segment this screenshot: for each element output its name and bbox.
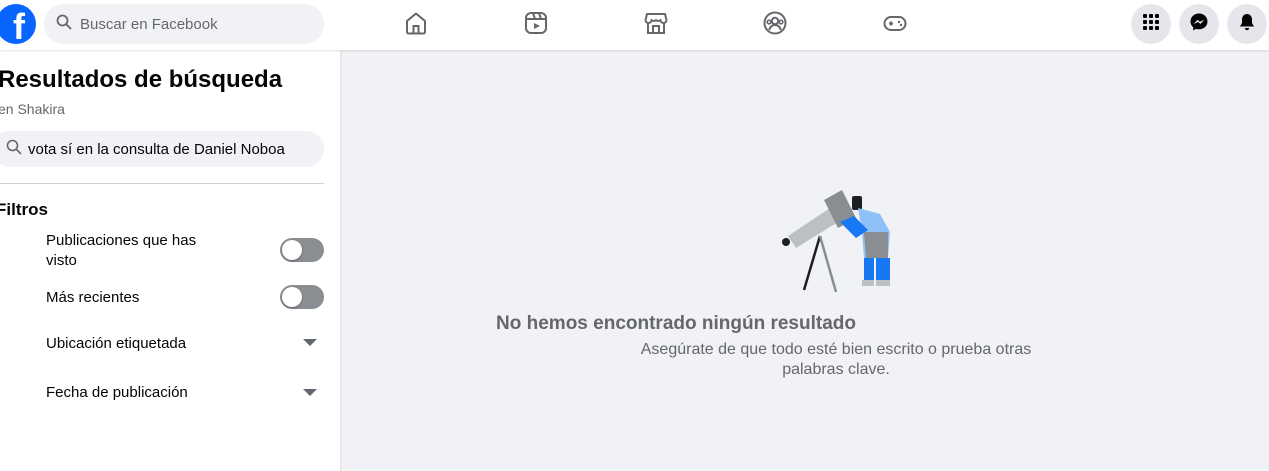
menu-grid-button[interactable] — [1131, 4, 1171, 44]
filter-tagged-location-label[interactable]: Ubicación etiquetada — [46, 334, 186, 354]
filters-heading: Filtros — [0, 200, 48, 219]
groups-icon[interactable] — [762, 10, 788, 36]
messenger-icon — [1189, 12, 1209, 37]
telescope-illustration — [776, 186, 894, 297]
search-icon — [56, 14, 72, 35]
filter-most-recent-label: Más recientes — [46, 289, 140, 306]
chevron-down-icon[interactable] — [303, 389, 317, 396]
menu-grid-icon — [1141, 12, 1161, 37]
empty-state-description: Asegúrate de que todo esté bien escrito … — [640, 341, 1032, 378]
chevron-down-icon[interactable] — [303, 339, 317, 346]
filter-seen-posts-label: Publicaciones que has visto — [46, 232, 197, 269]
home-icon[interactable] — [403, 10, 429, 36]
search-query-field[interactable]: vota sí en la consulta de Daniel Noboa — [0, 131, 324, 167]
filter-most-recent-toggle[interactable] — [280, 285, 324, 309]
messenger-button[interactable] — [1179, 4, 1219, 44]
filter-publish-date-label[interactable]: Fecha de publicación — [46, 383, 188, 403]
toggle-knob — [282, 287, 302, 307]
search-scope-subtitle: en Shakira — [0, 101, 65, 117]
toggle-knob — [282, 240, 302, 260]
facebook-logo-letter: f — [13, 6, 25, 45]
marketplace-icon[interactable] — [643, 10, 669, 36]
page-title: Resultados de búsqueda — [0, 66, 283, 93]
top-navigation-bar: f — [0, 0, 1269, 50]
notifications-icon — [1237, 12, 1257, 37]
gaming-icon[interactable] — [882, 10, 908, 36]
search-results-sidebar: Resultados de búsqueda en Shakira vota s… — [0, 50, 340, 471]
filter-seen-posts-toggle[interactable] — [280, 238, 324, 262]
facebook-logo[interactable]: f — [0, 4, 36, 44]
notifications-button[interactable] — [1227, 4, 1267, 44]
search-icon — [6, 139, 22, 160]
search-query-text[interactable]: vota sí en la consulta de Daniel Noboa — [28, 141, 285, 158]
reels-icon[interactable] — [523, 10, 549, 36]
empty-state-title: No hemos encontrado ningún resultado — [496, 313, 856, 334]
divider — [0, 183, 324, 184]
facebook-search-box[interactable] — [44, 4, 324, 44]
search-input[interactable] — [80, 15, 300, 33]
